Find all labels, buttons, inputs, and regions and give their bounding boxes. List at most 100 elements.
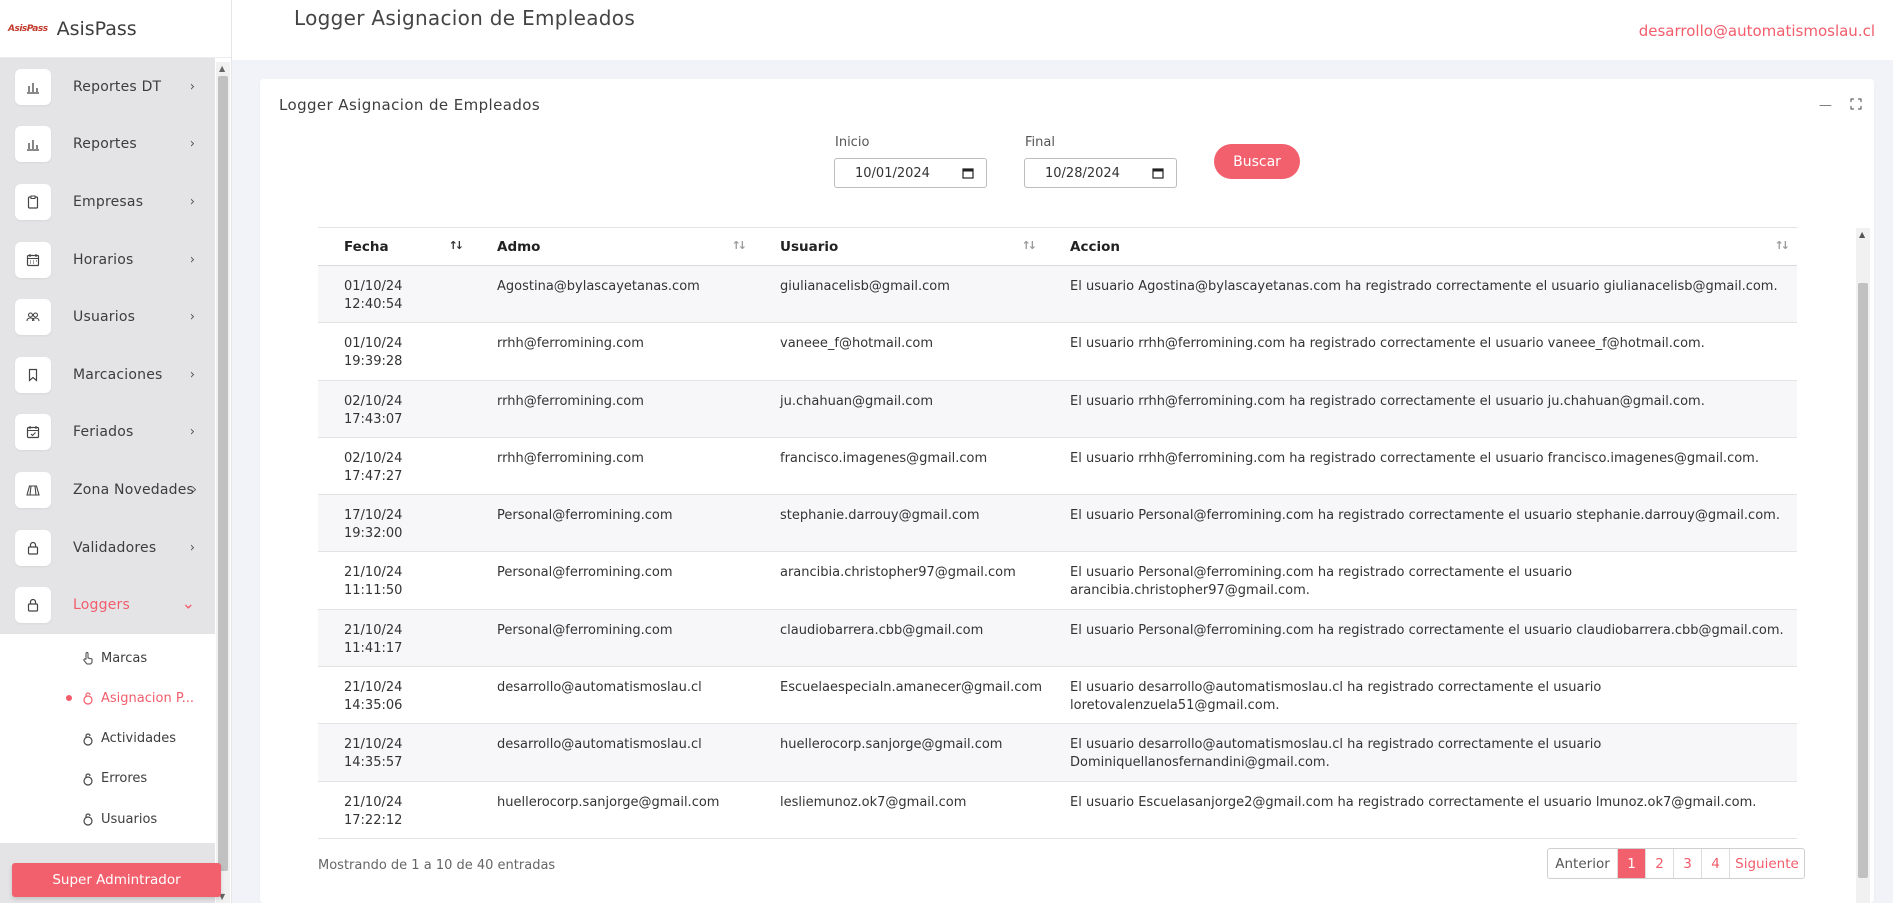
users-icon xyxy=(15,299,51,336)
submenu-item-actividades[interactable]: Actividades xyxy=(0,719,215,759)
table-row: 21/10/24 14:35:57 desarrollo@automatismos… xyxy=(318,724,1797,782)
cell-fecha: 21/10/24 11:11:50 xyxy=(344,565,403,599)
sidebar-item-validadores[interactable]: Validadores › xyxy=(0,519,215,577)
cell-usuario: vaneee_f@hotmail.com xyxy=(780,336,934,352)
page-title: Logger Asignacion de Empleados xyxy=(294,6,636,30)
table-row: 21/10/24 17:22:12 huellerocorp.sanjorge@g… xyxy=(318,782,1797,839)
cell-accion: El usuario desarrollo@automatismoslau.cl… xyxy=(1070,680,1602,714)
sidebar-item-feriados[interactable]: Feriados › xyxy=(0,404,215,462)
calendar-icon[interactable] xyxy=(1152,167,1164,179)
start-date-label: Inicio xyxy=(835,135,870,150)
brand[interactable]: AsisPass AsisPass xyxy=(0,0,231,58)
sidebar-item-empresas[interactable]: Empresas › xyxy=(0,173,215,231)
sidebar-item-label: Zona Novedades xyxy=(73,481,195,498)
cell-fecha: 02/10/24 17:47:27 xyxy=(344,450,403,484)
user-email[interactable]: desarrollo@automatismoslau.cl xyxy=(1639,22,1875,40)
search-button[interactable]: Buscar xyxy=(1214,144,1300,179)
chevron-right-icon: › xyxy=(189,424,195,440)
cell-usuario: arancibia.christopher97@gmail.com xyxy=(780,565,1016,581)
pagination-page-4[interactable]: 4 xyxy=(1702,849,1730,878)
table-info: Mostrando de 1 a 10 de 40 entradas xyxy=(318,858,556,873)
sidebar-item-loggers[interactable]: Loggers ⌄ xyxy=(0,576,215,634)
chevron-right-icon: › xyxy=(189,194,195,210)
role-button[interactable]: Super Admintrador xyxy=(12,863,221,897)
sidebar-item-marcaciones[interactable]: Marcaciones › xyxy=(0,346,215,404)
submenu-item-usuarios[interactable]: Usuarios xyxy=(0,799,215,839)
cell-usuario: Escuelaespecialn.amanecer@gmail.com xyxy=(780,680,1043,696)
sidebar-scrollbar[interactable]: ▲ ▼ xyxy=(216,62,230,903)
submenu-item-asignacion[interactable]: Asignacion P... xyxy=(0,678,215,718)
column-header-usuario[interactable]: Usuario ↑↓ xyxy=(754,227,1044,266)
cell-accion: El usuario Personal@ferromining.com ha r… xyxy=(1070,565,1573,599)
submenu-item-marcas[interactable]: Marcas xyxy=(0,638,215,678)
chevron-right-icon: › xyxy=(189,252,195,268)
chevron-down-icon: ⌄ xyxy=(181,593,195,613)
submenu-item-errores[interactable]: Errores xyxy=(0,759,215,799)
sidebar-item-label: Reportes xyxy=(73,136,137,153)
fullscreen-icon[interactable] xyxy=(1850,98,1862,114)
chevron-right-icon: › xyxy=(189,79,195,95)
sidebar-item-reportes-dt[interactable]: Reportes DT › xyxy=(0,58,215,116)
cell-accion: El usuario rrhh@ferromining.com ha regis… xyxy=(1070,450,1759,466)
chevron-right-icon: › xyxy=(189,309,195,325)
pagination-page-2[interactable]: 2 xyxy=(1646,849,1674,878)
cell-fecha: 21/10/24 11:41:17 xyxy=(344,622,403,656)
sidebar-item-label: Usuarios xyxy=(73,309,136,326)
lock-icon xyxy=(15,587,51,624)
chevron-right-icon: › xyxy=(189,136,195,152)
sidebar-item-horarios[interactable]: Horarios › xyxy=(0,231,215,289)
pagination: Anterior 1 2 3 4 Siguiente xyxy=(1547,848,1805,879)
pagination-prev[interactable]: Anterior xyxy=(1548,849,1618,878)
brand-name: AsisPass xyxy=(56,17,137,40)
sidebar-item-label: Reportes DT xyxy=(73,78,162,95)
cell-fecha: 17/10/24 19:32:00 xyxy=(344,508,403,542)
cell-fecha: 21/10/24 14:35:57 xyxy=(344,737,403,771)
cell-fecha: 01/10/24 12:40:54 xyxy=(344,279,403,312)
brand-logo: AsisPass xyxy=(8,23,48,34)
cell-admo: huellerocorp.sanjorge@gmail.com xyxy=(497,794,720,810)
cell-admo: Personal@ferromining.com xyxy=(497,565,673,581)
column-header-admo[interactable]: Admo ↑↓ xyxy=(471,227,754,266)
lock-open-icon xyxy=(81,812,95,826)
sort-icon: ↑↓ xyxy=(1774,239,1791,252)
cell-usuario: claudiobarrera.cbb@gmail.com xyxy=(780,622,984,638)
lock-icon xyxy=(15,529,51,566)
table-header: Fecha ↑↓ Admo ↑↓ Usuario ↑↓ Accion ↑↓ xyxy=(318,227,1797,266)
calendar-icon xyxy=(15,241,51,278)
sidebar-item-zona-novedades[interactable]: Zona Novedades › xyxy=(0,461,215,519)
sidebar-item-label: Horarios xyxy=(73,251,134,268)
pagination-page-1[interactable]: 1 xyxy=(1618,849,1646,878)
pagination-next[interactable]: Siguiente xyxy=(1730,849,1804,878)
content-scrollbar[interactable]: ▲ xyxy=(1856,228,1870,903)
cell-admo: Personal@ferromining.com xyxy=(497,508,673,524)
lock-open-icon xyxy=(81,691,95,705)
submenu-item-label: Asignacion P... xyxy=(101,690,195,706)
column-header-accion[interactable]: Accion ↑↓ xyxy=(1044,227,1797,266)
calendar-check-icon xyxy=(15,414,51,451)
cell-admo: Personal@ferromining.com xyxy=(497,622,673,638)
sidebar-item-label: Empresas xyxy=(73,193,144,210)
scrollbar-thumb[interactable] xyxy=(1858,283,1868,878)
cell-fecha: 21/10/24 17:22:12 xyxy=(344,794,403,828)
cell-accion: El usuario desarrollo@automatismoslau.cl… xyxy=(1070,737,1602,771)
sidebar-item-reportes[interactable]: Reportes › xyxy=(0,116,215,174)
cell-admo: rrhh@ferromining.com xyxy=(497,450,644,466)
column-header-fecha[interactable]: Fecha ↑↓ xyxy=(318,227,471,266)
pagination-page-3[interactable]: 3 xyxy=(1674,849,1702,878)
cell-accion: El usuario Agostina@bylascayetanas.com h… xyxy=(1070,279,1778,294)
start-date-input[interactable]: 10/01/2024 xyxy=(834,158,987,188)
sidebar-item-usuarios[interactable]: Usuarios › xyxy=(0,288,215,346)
scroll-up-icon[interactable]: ▲ xyxy=(1859,230,1865,239)
minimize-icon[interactable]: — xyxy=(1819,98,1832,113)
end-date-label: Final xyxy=(1025,135,1055,150)
scrollbar-thumb[interactable] xyxy=(218,76,228,871)
scroll-up-icon[interactable]: ▲ xyxy=(219,64,225,73)
sort-icon: ↑↓ xyxy=(1021,239,1038,252)
map-icon xyxy=(15,471,51,508)
cell-usuario: lesliemunoz.ok7@gmail.com xyxy=(780,794,967,810)
cell-fecha: 01/10/24 19:39:28 xyxy=(344,336,403,370)
calendar-icon[interactable] xyxy=(962,167,974,179)
end-date-input[interactable]: 10/28/2024 xyxy=(1024,158,1177,188)
table-row: 02/10/24 17:47:27 rrhh@ferromining.com fr… xyxy=(318,438,1797,496)
table-row: 01/10/24 19:39:28 rrhh@ferromining.com va… xyxy=(318,323,1797,381)
